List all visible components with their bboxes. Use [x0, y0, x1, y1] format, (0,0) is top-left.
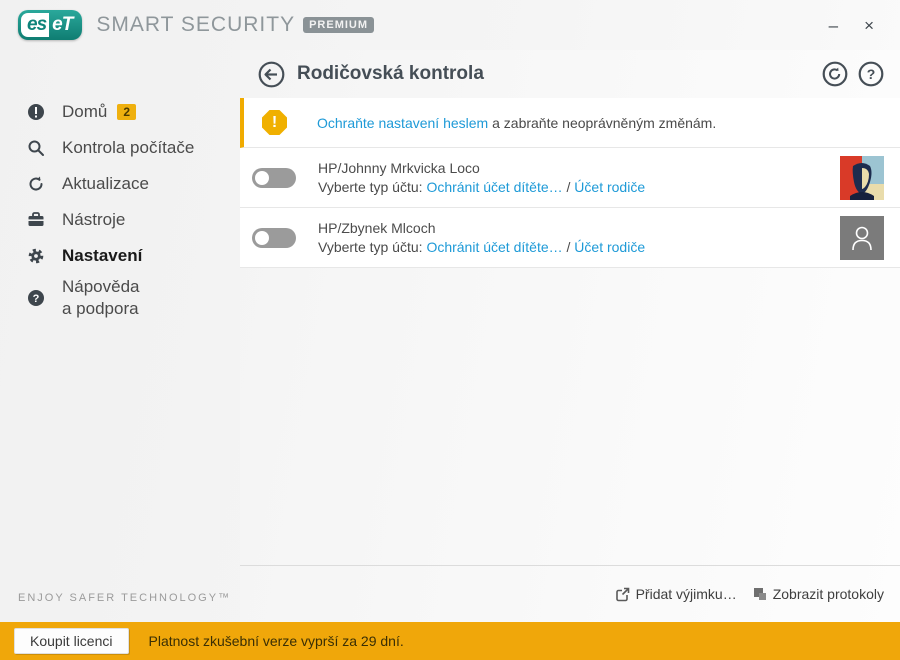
- sidebar-item-label: Aktualizace: [62, 174, 149, 193]
- minimize-button[interactable]: –: [829, 17, 838, 34]
- toggle-knob: [255, 170, 269, 185]
- header-icons: ?: [822, 61, 884, 87]
- briefcase-icon: [26, 210, 46, 230]
- search-icon: [26, 138, 46, 158]
- sidebar-item-label: Domů: [62, 102, 108, 121]
- account-row: HP/Johnny Mrkvicka Loco Vyberte typ účtu…: [240, 148, 900, 208]
- protect-settings-link[interactable]: Ochraňte nastavení heslem: [317, 115, 488, 131]
- add-exclusion-button[interactable]: Přidat výjimku…: [615, 586, 737, 602]
- help-circle-icon: ?: [26, 288, 46, 308]
- share-arrow-icon: [615, 587, 629, 601]
- svg-text:?: ?: [867, 66, 876, 82]
- gear-icon: [26, 246, 46, 266]
- window-controls: – ×: [829, 17, 882, 34]
- sidebar-item-computer-scan[interactable]: Kontrola počítače: [0, 130, 240, 166]
- toggle-knob: [255, 230, 269, 245]
- buy-license-button[interactable]: Koupit licenci: [14, 628, 129, 654]
- back-button[interactable]: [258, 61, 285, 88]
- parent-account-link[interactable]: Účet rodiče: [574, 179, 645, 195]
- banner-text: Ochraňte nastavení heslem a zabraňte neo…: [317, 114, 717, 131]
- logs-icon: [753, 588, 766, 600]
- account-toggle[interactable]: [252, 227, 296, 248]
- sidebar-item-label: Nastavení: [62, 246, 143, 265]
- sidebar: Domů 2 Kontrola počítače Aktualizace Nás…: [0, 50, 240, 622]
- logo-et-text: eT: [52, 14, 73, 35]
- account-row: HP/Zbynek Mlcoch Vyberte typ účtu: Ochrá…: [240, 208, 900, 268]
- sidebar-item-update[interactable]: Aktualizace: [0, 166, 240, 202]
- user-avatar-placeholder: [840, 215, 884, 260]
- sidebar-item-home[interactable]: Domů 2: [0, 94, 240, 130]
- protect-child-account-link[interactable]: Ochránit účet dítěte…: [426, 239, 562, 255]
- alert-circle-icon: [26, 102, 46, 122]
- home-badge: 2: [117, 104, 137, 120]
- warning-icon: !: [262, 110, 287, 135]
- sidebar-item-label: Nápověda a podpora: [62, 277, 140, 318]
- product-name: SMART SECURITY: [96, 13, 296, 36]
- account-toggle[interactable]: [252, 167, 296, 188]
- account-name: HP/Johnny Mrkvicka Loco: [318, 159, 480, 176]
- sidebar-item-settings[interactable]: Nastavení: [0, 238, 240, 274]
- titlebar: es eT SMART SECURITY PREMIUM – ×: [0, 0, 900, 50]
- sidebar-item-tools[interactable]: Nástroje: [0, 202, 240, 238]
- account-name: HP/Zbynek Mlcoch: [318, 219, 436, 236]
- show-logs-button[interactable]: Zobrazit protokoly: [753, 586, 884, 602]
- logo-es-text: es: [21, 13, 50, 37]
- parent-account-link[interactable]: Účet rodiče: [574, 239, 645, 255]
- eset-logo: es eT SMART SECURITY PREMIUM: [18, 10, 375, 40]
- account-type-line: Vyberte typ účtu: Ochránit účet dítěte… …: [318, 238, 646, 255]
- account-type-line: Vyberte typ účtu: Ochránit účet dítěte… …: [318, 178, 646, 195]
- edition-badge: PREMIUM: [303, 17, 375, 33]
- sidebar-item-label: Nástroje: [62, 210, 126, 229]
- eset-logo-icon: es eT: [18, 10, 83, 40]
- license-bar: Koupit licenci Platnost zkušební verze v…: [0, 622, 900, 660]
- protect-child-account-link[interactable]: Ochránit účet dítěte…: [426, 179, 562, 195]
- brand-tagline: ENJOY SAFER TECHNOLOGY™: [18, 592, 232, 604]
- help-icon[interactable]: ?: [858, 61, 884, 87]
- refresh-icon: [26, 174, 46, 194]
- page-title: Rodičovská kontrola: [297, 63, 484, 84]
- password-warning-banner: ! Ochraňte nastavení heslem a zabraňte n…: [240, 98, 900, 148]
- refresh-circle-icon[interactable]: [822, 61, 848, 87]
- content-header: Rodičovská kontrola ?: [240, 50, 900, 98]
- trial-expiry-message: Platnost zkušební verze vyprší za 29 dní…: [148, 633, 404, 649]
- content-footer: Přidat výjimku… Zobrazit protokoly: [240, 565, 900, 622]
- sidebar-item-label: Kontrola počítače: [62, 138, 195, 157]
- main-content: Rodičovská kontrola ? ! Ochraňte nastave…: [240, 50, 900, 622]
- svg-text:?: ?: [33, 293, 40, 305]
- user-avatar-photo: [840, 155, 884, 200]
- app-window: es eT SMART SECURITY PREMIUM – × Domů 2: [0, 0, 900, 660]
- close-button[interactable]: ×: [864, 17, 874, 34]
- sidebar-item-help[interactable]: ? Nápověda a podpora: [0, 274, 240, 322]
